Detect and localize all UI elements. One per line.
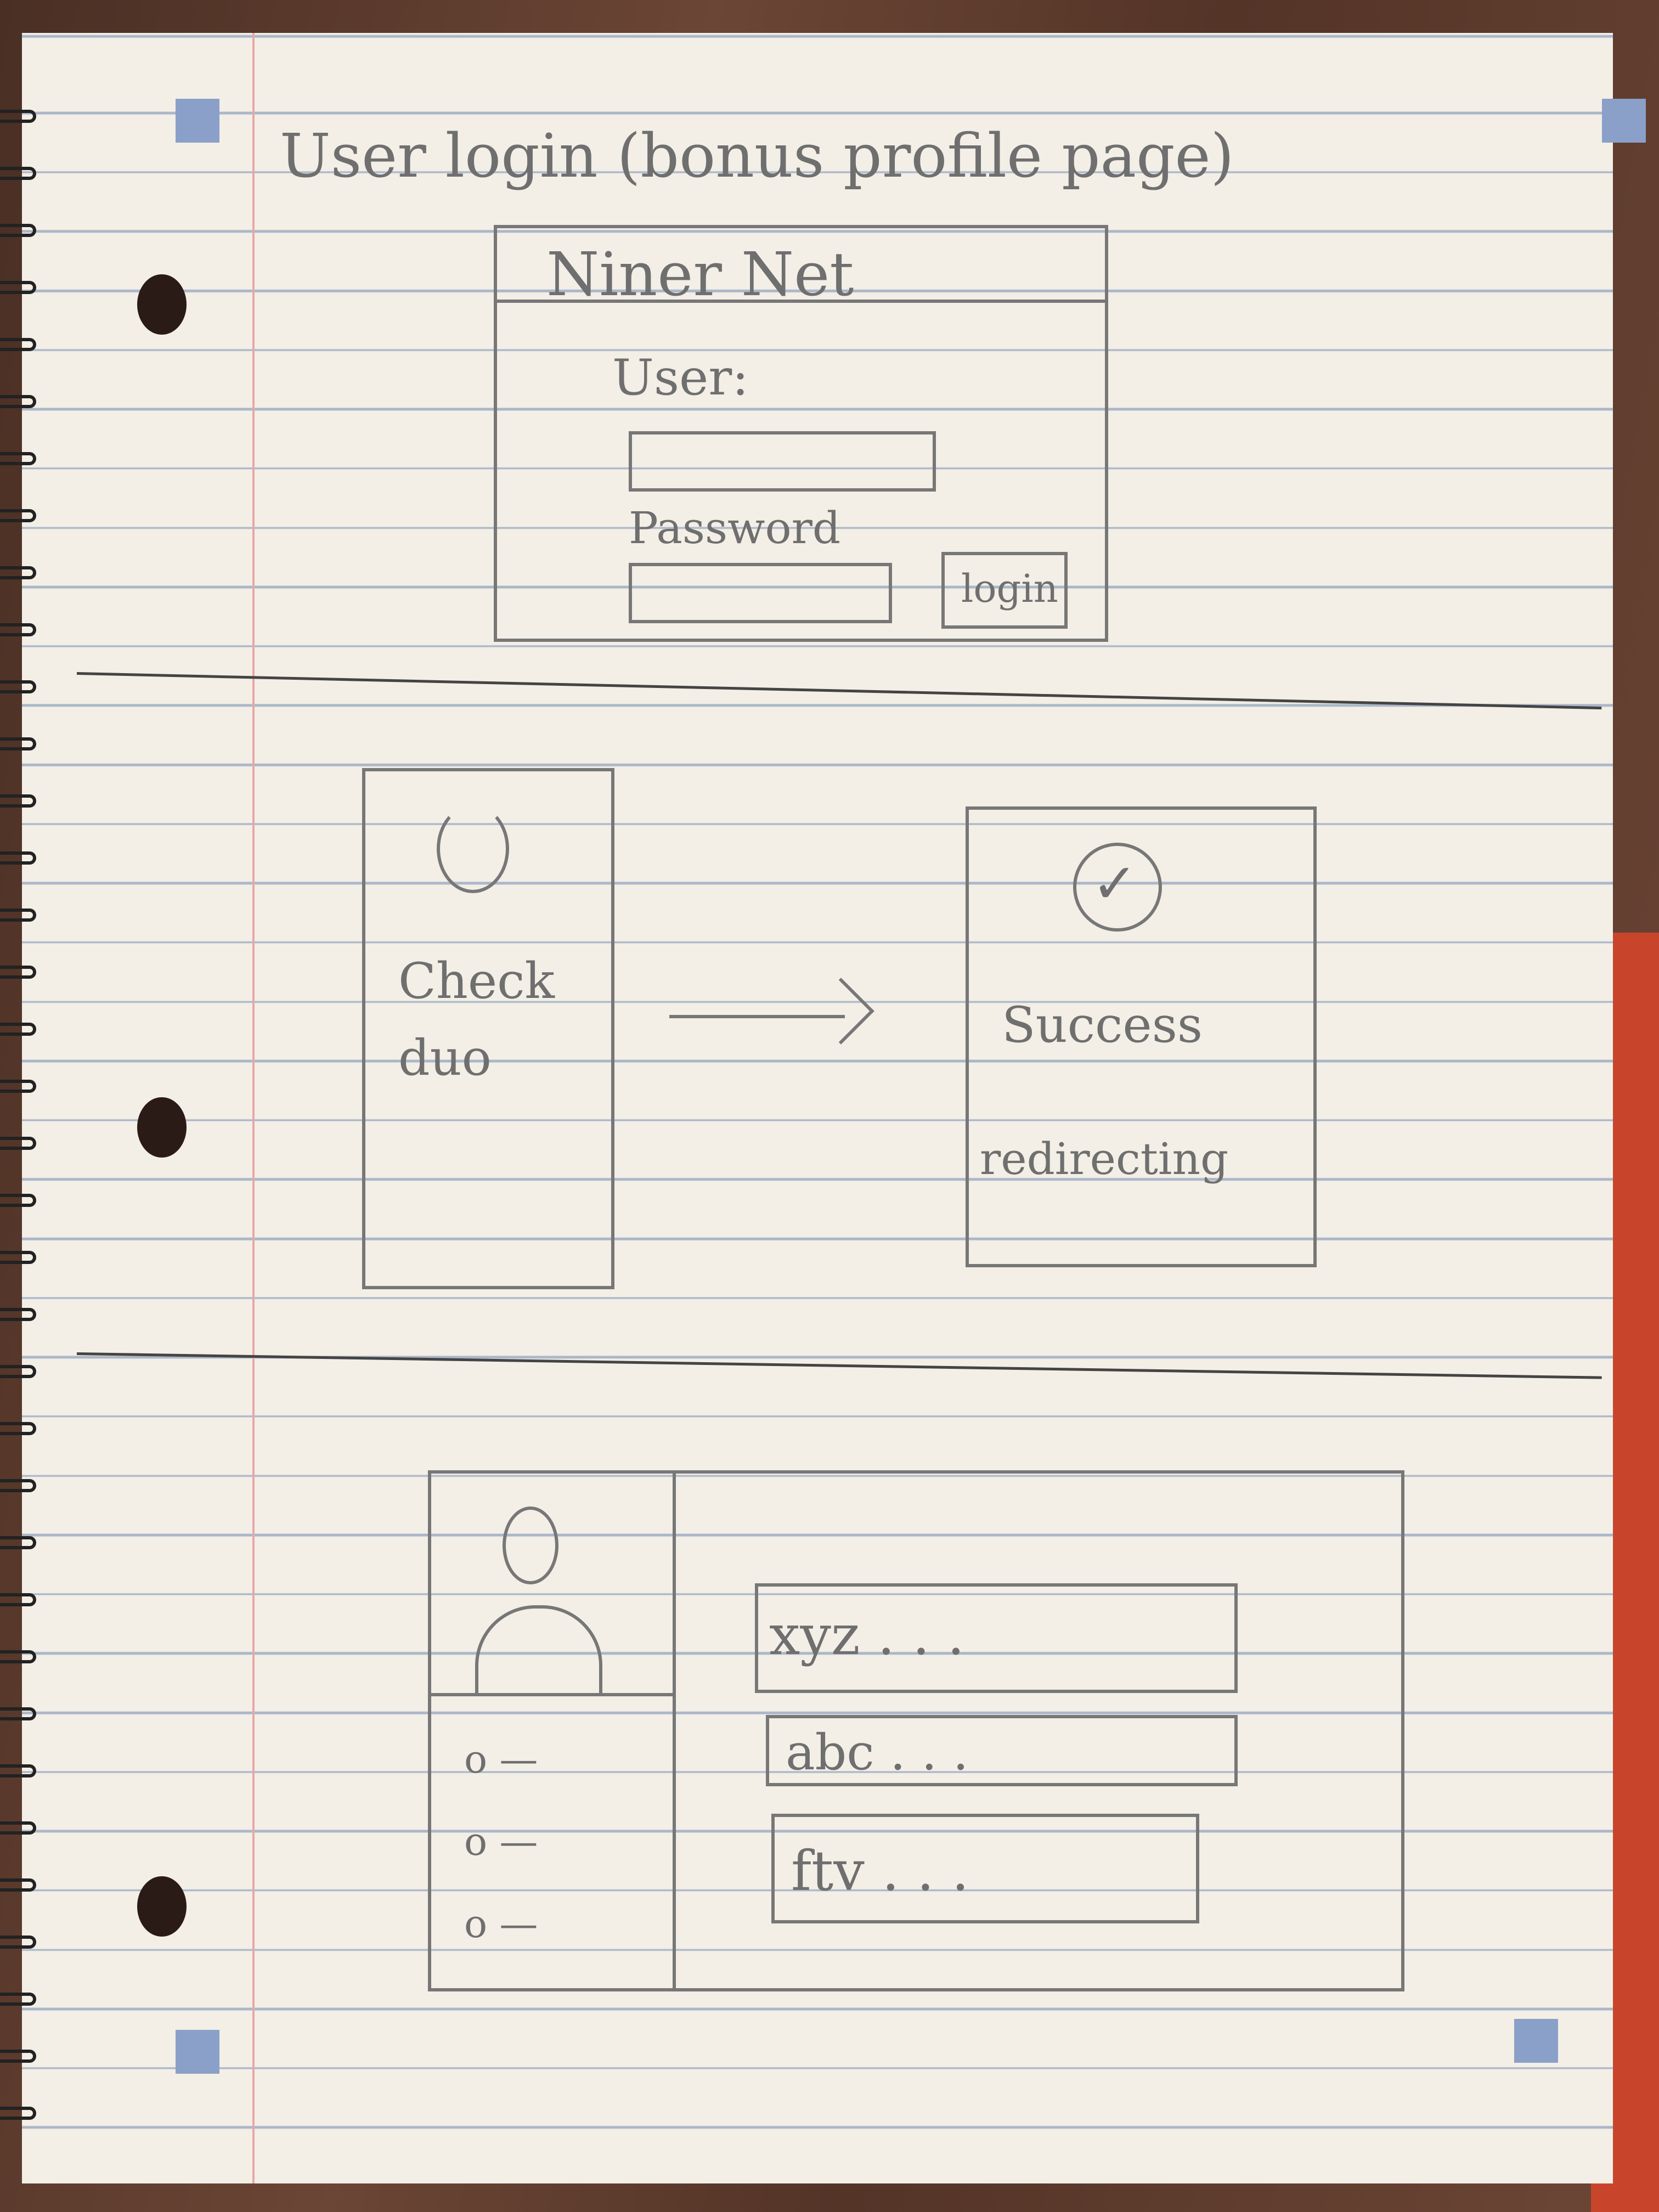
notebook-page: User login (bonus profile page) Niner Ne… [22, 33, 1646, 2183]
app-title: Niner Net [546, 239, 854, 309]
profile-page-sketch: o — o — o — xyz . . . abc . . . ftv . . … [428, 1470, 1404, 1991]
duo-text-line2: duo [398, 1029, 492, 1087]
success-panel-sketch: ✓ Success redirecting [966, 806, 1317, 1267]
arrow-right-icon [808, 978, 874, 1045]
spiral-ring [0, 1308, 36, 1321]
spiral-binding [0, 0, 44, 2212]
sidebar-item[interactable]: o — [464, 1737, 538, 1782]
page-title: User login (bonus profile page) [280, 121, 1234, 191]
spiral-ring [0, 1593, 36, 1606]
sidebar-divider [673, 1474, 676, 1988]
sidebar-item[interactable]: o — [464, 1901, 538, 1946]
profile-row-text: xyz . . . [769, 1603, 965, 1667]
spiral-ring [0, 452, 36, 465]
checkmark-icon: ✓ [1073, 843, 1162, 932]
spiral-ring [0, 1993, 36, 2006]
sidebar-item[interactable]: o — [464, 1819, 538, 1864]
profile-row[interactable]: ftv . . . [771, 1814, 1199, 1923]
profile-row[interactable]: abc . . . [766, 1715, 1238, 1786]
spiral-ring [0, 1137, 36, 1150]
spiral-ring [0, 224, 36, 237]
profile-row-text: abc . . . [786, 1724, 969, 1781]
spiral-ring [0, 737, 36, 751]
login-button-label: login [961, 566, 1058, 611]
punch-hole [137, 1097, 187, 1158]
spiral-ring [0, 281, 36, 294]
marker-icon [176, 99, 219, 143]
spiral-ring [0, 909, 36, 922]
login-window-sketch: Niner Net User: Password login [494, 225, 1108, 642]
spiral-ring [0, 509, 36, 522]
login-button-sketch[interactable]: login [941, 552, 1068, 629]
avatar-head-icon [503, 1506, 558, 1584]
spiral-ring [0, 680, 36, 693]
duo-check-panel-sketch: Check duo [362, 768, 614, 1289]
spiral-ring [0, 1479, 36, 1492]
margin-line [252, 33, 255, 2183]
spiral-ring [0, 623, 36, 636]
spiral-ring [0, 2107, 36, 2120]
password-input-sketch[interactable] [629, 563, 892, 623]
spiral-ring [0, 1821, 36, 1835]
spiral-ring [0, 1422, 36, 1435]
checkmark-glyph: ✓ [1092, 851, 1138, 916]
spiral-ring [0, 1764, 36, 1778]
marker-icon [1602, 99, 1646, 143]
user-label: User: [612, 349, 749, 407]
marker-icon [1514, 2019, 1558, 2063]
spiral-ring [0, 794, 36, 808]
password-label: Password [629, 503, 841, 554]
section-divider [76, 672, 1602, 710]
spiral-ring [0, 851, 36, 865]
spiral-ring [0, 1936, 36, 1949]
user-input-sketch[interactable] [629, 431, 936, 492]
punch-hole [137, 1876, 187, 1937]
spiral-ring [0, 110, 36, 123]
profile-row[interactable]: xyz . . . [755, 1583, 1238, 1693]
spiral-ring [0, 566, 36, 579]
success-text: Success [1002, 996, 1203, 1054]
profile-row-text: ftv . . . [791, 1839, 969, 1903]
spiral-ring [0, 1251, 36, 1264]
spiral-ring [0, 1878, 36, 1892]
spiral-ring [0, 1194, 36, 1207]
avatar-body-icon [475, 1605, 602, 1696]
spiral-ring [0, 395, 36, 408]
duo-text-line1: Check [398, 952, 555, 1010]
spiral-ring [0, 1365, 36, 1378]
spiral-ring [0, 338, 36, 351]
phone-icon [437, 804, 509, 893]
spiral-ring [0, 1707, 36, 1720]
spiral-ring [0, 167, 36, 180]
spiral-ring [0, 1080, 36, 1093]
section-divider [76, 1352, 1602, 1379]
spiral-ring [0, 1650, 36, 1663]
spiral-ring [0, 2050, 36, 2063]
spiral-ring [0, 1023, 36, 1036]
redirecting-text: redirecting [980, 1133, 1229, 1184]
marker-icon [176, 2030, 219, 2074]
spiral-ring [0, 966, 36, 979]
spiral-ring [0, 1536, 36, 1549]
punch-hole [137, 274, 187, 335]
